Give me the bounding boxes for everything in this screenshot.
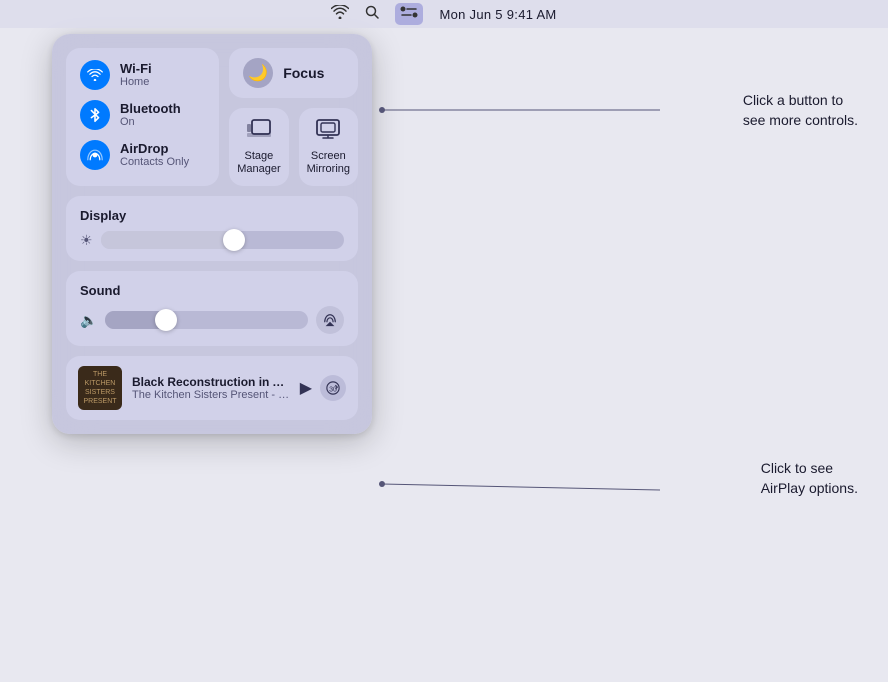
stage-manager-button[interactable]: Stage Manager — [229, 108, 288, 186]
button-callout-text: Click a button to see more controls. — [743, 92, 858, 128]
screen-mirroring-label: Screen Mirroring — [307, 150, 350, 176]
airdrop-label: AirDrop — [120, 141, 189, 157]
focus-moon-icon: 🌙 — [243, 58, 273, 88]
bluetooth-sublabel: On — [120, 116, 181, 129]
now-playing-controls: ▶ 30 — [300, 375, 346, 401]
bluetooth-icon — [80, 100, 110, 130]
album-art: THE KITCHEN SISTERS PRESENT — [78, 366, 122, 410]
airplay-callout: Click to see AirPlay options. — [761, 458, 858, 499]
airdrop-icon — [80, 140, 110, 170]
stage-row: Stage Manager Screen Mirroring — [229, 108, 358, 186]
wifi-label: Wi-Fi — [120, 61, 152, 77]
brightness-icon: ☀ — [80, 232, 93, 249]
airdrop-text: AirDrop Contacts Only — [120, 141, 189, 170]
now-playing-info: Black Reconstruction in America... The K… — [132, 375, 290, 401]
bluetooth-text: Bluetooth On — [120, 101, 181, 130]
airdrop-item[interactable]: AirDrop Contacts Only — [80, 140, 205, 170]
brightness-slider[interactable] — [101, 231, 344, 249]
now-playing-artist: The Kitchen Sisters Present - March 7, 2… — [132, 389, 290, 401]
brightness-slider-row: ☀ — [80, 231, 344, 249]
wifi-text: Wi-Fi Home — [120, 61, 152, 90]
screen-mirroring-button[interactable]: Screen Mirroring — [299, 108, 358, 186]
button-callout: Click a button to see more controls. — [743, 90, 858, 131]
screen-mirroring-icon — [315, 118, 341, 146]
control-center-menubar-icon[interactable] — [395, 3, 423, 25]
focus-button[interactable]: 🌙 Focus — [229, 48, 358, 98]
display-title: Display — [80, 208, 344, 223]
wifi-sublabel: Home — [120, 76, 152, 89]
now-playing-title: Black Reconstruction in America... — [132, 375, 290, 389]
bluetooth-label: Bluetooth — [120, 101, 181, 117]
volume-icon: 🔈 — [80, 312, 97, 329]
control-center-panel: Wi-Fi Home Bluetooth On — [52, 34, 372, 434]
bluetooth-item[interactable]: Bluetooth On — [80, 100, 205, 130]
search-menubar-icon[interactable] — [365, 5, 379, 24]
airplay-callout-text: Click to see AirPlay options. — [761, 460, 858, 496]
wifi-item[interactable]: Wi-Fi Home — [80, 60, 205, 90]
menubar: Mon Jun 5 9:41 AM — [0, 0, 888, 28]
menubar-time: Mon Jun 5 9:41 AM — [439, 7, 556, 22]
play-button[interactable]: ▶ — [300, 378, 312, 398]
brightness-fill — [101, 231, 235, 249]
airdrop-sublabel: Contacts Only — [120, 156, 189, 169]
sound-section: Sound 🔈 — [66, 271, 358, 346]
wifi-menubar-icon[interactable] — [331, 5, 349, 24]
album-art-text: THE KITCHEN SISTERS PRESENT — [78, 368, 122, 408]
skip-forward-button[interactable]: 30 — [320, 375, 346, 401]
display-section: Display ☀ — [66, 196, 358, 261]
sound-title: Sound — [80, 283, 344, 298]
airplay-button[interactable] — [316, 306, 344, 334]
volume-slider[interactable] — [105, 311, 308, 329]
stage-manager-icon — [246, 118, 272, 146]
right-column: 🌙 Focus Stage Manager — [229, 48, 358, 186]
top-row: Wi-Fi Home Bluetooth On — [66, 48, 358, 186]
now-playing-section: THE KITCHEN SISTERS PRESENT Black Recons… — [66, 356, 358, 420]
wifi-icon — [80, 60, 110, 90]
focus-label: Focus — [283, 65, 324, 81]
svg-text:30: 30 — [329, 387, 337, 394]
stage-manager-label: Stage Manager — [237, 150, 280, 176]
volume-thumb[interactable] — [155, 309, 177, 331]
brightness-thumb[interactable] — [223, 229, 245, 251]
sound-slider-row: 🔈 — [80, 306, 344, 334]
connectivity-block: Wi-Fi Home Bluetooth On — [66, 48, 219, 186]
